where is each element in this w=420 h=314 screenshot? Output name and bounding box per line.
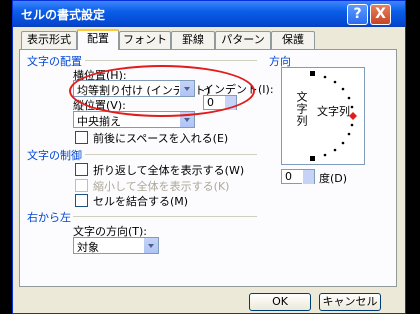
red-highlight-ellipse [69,65,255,117]
group-divider [85,154,257,155]
merge-checkbox[interactable] [75,194,88,207]
dialog-title: セルの書式設定 [21,8,106,22]
tab-border[interactable]: 罫線 [171,31,215,49]
tab-number[interactable]: 表示形式 [21,31,77,49]
chevron-down-icon[interactable] [143,238,158,253]
vertical-text-button[interactable]: 文字列 [293,91,309,127]
shrink-label: 縮小して全体を表示する(K) [93,180,230,193]
text-control-group-label: 文字の制御 [27,149,82,162]
help-button[interactable]: ? [347,4,368,25]
wrap-checkbox[interactable] [75,163,88,176]
format-cells-dialog: セルの書式設定 ? X 表示形式 配置 フォント 罫線 パターン 保護 文字の配… [12,0,406,314]
screen: セルの書式設定 ? X 表示形式 配置 フォント 罫線 パターン 保護 文字の配… [0,0,420,314]
merge-label: セルを結合する(M) [93,195,189,208]
ok-button[interactable]: OK [249,293,311,311]
horizontal-text-label: 文字列 [317,105,350,118]
spin-down-icon[interactable] [302,177,314,184]
tab-patterns[interactable]: パターン [215,31,271,49]
direction-value: 対象 [77,241,99,254]
wrap-label: 折り返して全体を表示する(W) [93,164,245,177]
degree-label: 度(D) [319,172,348,185]
group-divider [73,216,257,217]
vertical-value: 中央揃え [77,115,121,128]
direction-select[interactable]: 対象 [73,237,159,254]
degree-spinner[interactable]: 0 [281,169,315,184]
space-checkbox[interactable] [75,131,88,144]
close-button[interactable]: X [370,4,391,25]
shrink-checkbox[interactable] [75,179,88,192]
rtl-group-label: 右から左 [27,211,71,224]
group-divider [85,60,257,61]
cancel-button[interactable]: キャンセル [319,293,381,311]
title-bar[interactable]: セルの書式設定 ? X [13,1,405,27]
tab-protection[interactable]: 保護 [271,31,315,49]
degree-value: 0 [285,170,292,183]
tab-font[interactable]: フォント [119,31,171,49]
tab-alignment[interactable]: 配置 [77,29,119,50]
spin-up-icon[interactable] [302,170,314,177]
space-label: 前後にスペースを入れる(E) [93,132,229,145]
